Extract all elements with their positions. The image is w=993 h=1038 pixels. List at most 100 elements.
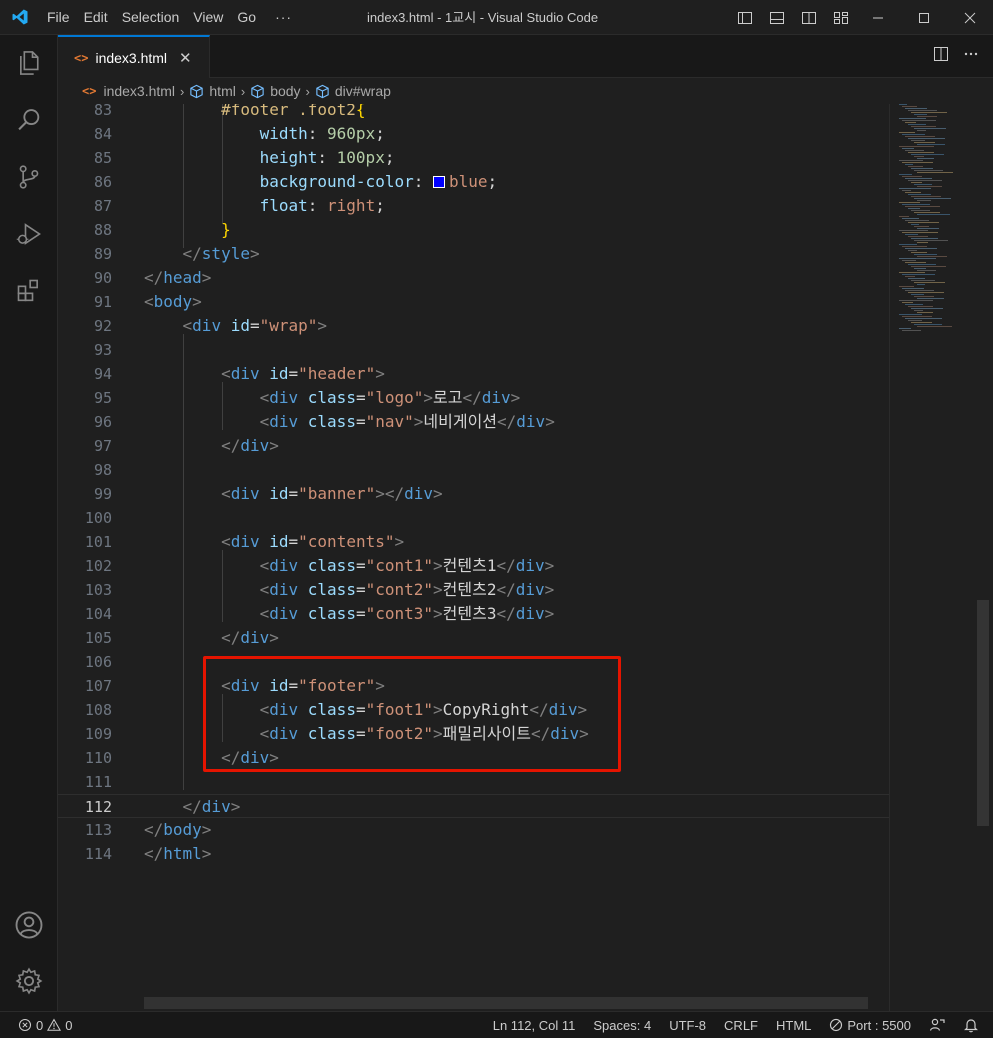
split-editor-icon[interactable] [933,46,949,67]
problems-indicator[interactable]: 0 0 [18,1018,72,1033]
toggle-panel-icon[interactable] [765,6,789,30]
vertical-scrollbar-thumb[interactable] [977,600,989,826]
menu-more-button[interactable]: ··· [263,9,304,25]
minimap-line [917,228,939,229]
line-number: 99 [93,485,112,503]
code-line[interactable]: 98 [58,458,889,482]
minimap-line [914,128,946,129]
code-line[interactable]: 100 [58,506,889,530]
minimap-line [917,298,944,299]
settings-gear-icon[interactable] [0,953,58,1009]
cursor-position[interactable]: Ln 112, Col 11 [484,1018,585,1033]
minimize-icon[interactable] [855,0,901,35]
code-line[interactable]: 88 } [58,218,889,242]
tab-index3-html[interactable]: <> index3.html ✕ [58,35,210,78]
menu-view[interactable]: View [186,0,230,35]
code-line[interactable]: 113 </body> [58,818,889,842]
code-line[interactable]: 96 <div class="nav">네비게이션</div> [58,410,889,434]
code-line[interactable]: 104 <div class="cont3">컨텐츠3</div> [58,602,889,626]
line-source: </body> [144,820,212,839]
minimap-line [911,266,946,267]
language-mode[interactable]: HTML [767,1018,820,1033]
code-editor[interactable]: 83 #footer .foot2{84 width: 960px; 85 hei… [58,104,993,1011]
breadcrumb-div-wrap[interactable]: div#wrap [315,83,391,99]
code-line[interactable]: 83 #footer .foot2{ [58,104,889,122]
maximize-icon[interactable] [901,0,947,35]
code-line[interactable]: 87 float: right; [58,194,889,218]
minimap[interactable] [897,104,977,344]
code-line[interactable]: 84 width: 960px; [58,122,889,146]
minimap-line [908,152,934,153]
tab-close-icon[interactable]: ✕ [179,49,192,67]
minimap-line [914,324,942,325]
horizontal-scrollbar-thumb[interactable] [144,997,868,1009]
menu-edit[interactable]: Edit [77,0,115,35]
code-line[interactable]: 92 <div id="wrap"> [58,314,889,338]
code-line[interactable]: 85 height: 100px; [58,146,889,170]
accounts-sync-icon[interactable] [920,1017,954,1033]
extensions-icon[interactable] [0,263,58,319]
code-line[interactable]: 97 </div> [58,434,889,458]
menu-file[interactable]: File [40,0,77,35]
minimap-line [917,186,942,187]
line-number: 100 [84,509,112,527]
run-debug-icon[interactable] [0,206,58,262]
minimap-line [902,232,938,233]
notifications-bell-icon[interactable] [954,1017,993,1033]
code-line[interactable]: 90 </head> [58,266,889,290]
line-number: 92 [93,317,112,335]
code-line[interactable]: 102 <div class="cont1">컨텐츠1</div> [58,554,889,578]
code-line[interactable]: 94 <div id="header"> [58,362,889,386]
toggle-primary-sidebar-icon[interactable] [733,6,757,30]
minimap-line [902,218,919,219]
code-line[interactable]: 99 <div id="banner"></div> [58,482,889,506]
code-line[interactable]: 101 <div id="contents"> [58,530,889,554]
layout-controls [733,0,853,35]
code-line[interactable]: 103 <div class="cont2">컨텐츠2</div> [58,578,889,602]
minimap-line [914,156,924,157]
menu-selection[interactable]: Selection [115,0,187,35]
code-line[interactable]: 114 </html> [58,842,889,866]
close-window-icon[interactable] [947,0,993,35]
minimap-line [902,288,924,289]
live-server-port[interactable]: Port : 5500 [820,1018,920,1033]
color-swatch[interactable] [432,176,445,188]
code-line[interactable]: 91 <body> [58,290,889,314]
indentation-setting[interactable]: Spaces: 4 [584,1018,660,1033]
minimap-line [899,258,936,259]
customize-layout-icon[interactable] [829,6,853,30]
account-icon[interactable] [0,897,58,953]
code-line[interactable]: 111 [58,770,889,794]
encoding[interactable]: UTF-8 [660,1018,715,1033]
minimap-line [917,256,947,257]
code-line[interactable]: 93 [58,338,889,362]
line-number: 84 [93,125,112,143]
breadcrumb-file[interactable]: <> index3.html [82,83,175,99]
toggle-secondary-sidebar-icon[interactable] [797,6,821,30]
menu-bar: File Edit Selection View Go ··· [40,0,304,35]
minimap-line [911,224,919,225]
minimap-line [911,126,936,127]
code-line[interactable]: 105 </div> [58,626,889,650]
breadcrumb-body[interactable]: body [250,83,301,99]
search-icon[interactable] [0,92,58,148]
breadcrumb: <> index3.html › html › body › div#wrap [58,78,993,104]
code-line[interactable]: 112 </div> [58,794,889,818]
explorer-icon[interactable] [0,35,58,91]
line-source: </html> [144,844,212,863]
breadcrumb-html[interactable]: html [189,83,236,99]
minimap-line [905,192,921,193]
line-ending[interactable]: CRLF [715,1018,767,1033]
code-line[interactable]: 95 <div class="logo">로고</div> [58,386,889,410]
warning-icon [47,1018,62,1031]
breadcrumb-div-wrap-label: div#wrap [334,83,391,99]
menu-go[interactable]: Go [230,0,263,35]
line-number: 94 [93,365,112,383]
code-line[interactable]: 86 background-color: blue; [58,170,889,194]
line-source: background-color: blue; [259,172,498,191]
more-actions-icon[interactable] [963,46,979,67]
source-control-icon[interactable] [0,149,58,205]
line-number: 87 [93,197,112,215]
html-file-icon: <> [82,84,97,98]
code-line[interactable]: 89 </style> [58,242,889,266]
